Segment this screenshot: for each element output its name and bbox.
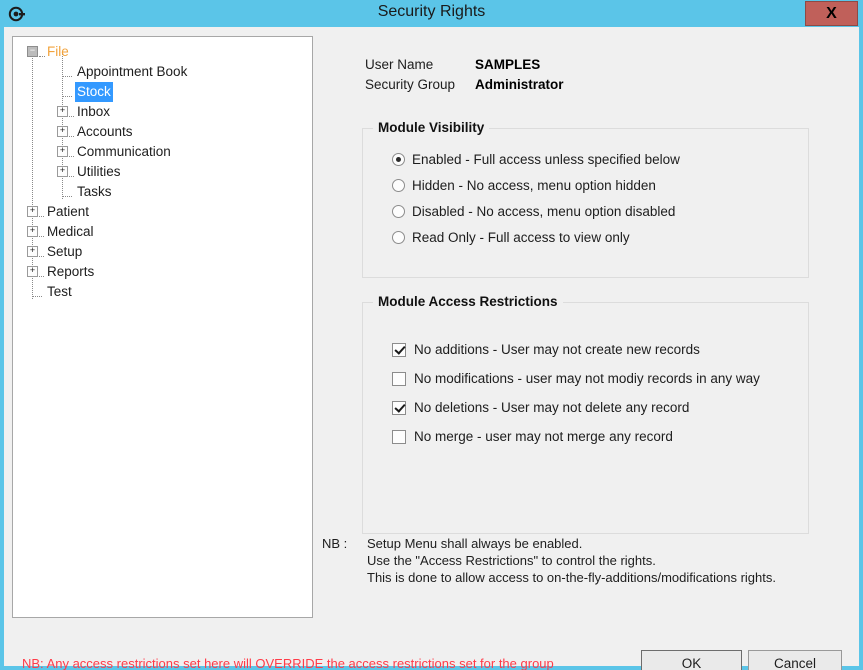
checkbox-indicator-icon[interactable] <box>392 343 406 357</box>
radio-indicator-icon[interactable] <box>392 205 405 218</box>
user-name-value: SAMPLES <box>475 57 541 72</box>
checkbox-label: No merge - user may not merge any record <box>414 429 673 444</box>
collapse-minus-icon[interactable]: − <box>27 46 38 57</box>
tree-connector <box>39 56 45 58</box>
module-tree: − File Appointment Book Stock + Inbox + … <box>13 37 312 302</box>
module-access-restrictions-title: Module Access Restrictions <box>373 294 563 309</box>
tree-item-label: Patient <box>47 204 90 219</box>
tree-connector <box>39 216 44 218</box>
expand-plus-icon[interactable]: + <box>57 126 68 137</box>
checkbox-no-deletions[interactable]: No deletions - User may not delete any r… <box>392 398 689 418</box>
tree-item-label: Inbox <box>77 104 111 119</box>
tree-connector <box>69 136 74 138</box>
tree-item-label: Stock <box>75 82 113 102</box>
ok-button[interactable]: OK <box>641 650 742 670</box>
security-group-label: Security Group <box>365 77 456 92</box>
tree-item-label: Accounts <box>77 124 133 139</box>
tree-item-inbox[interactable]: + Inbox <box>13 102 312 122</box>
note-line-1: Setup Menu shall always be enabled. <box>367 536 583 551</box>
checkbox-indicator-icon[interactable] <box>392 430 406 444</box>
tree-item-label: Medical <box>47 224 94 239</box>
radio-hidden[interactable]: Hidden - No access, menu option hidden <box>392 176 656 196</box>
module-visibility-title: Module Visibility <box>373 120 490 135</box>
tree-item-appointment-book[interactable]: Appointment Book <box>13 62 312 82</box>
tree-connector <box>62 196 72 198</box>
security-rights-window: Security Rights X − File Appointment Boo… <box>0 0 863 670</box>
expand-plus-icon[interactable]: + <box>27 226 38 237</box>
tree-connector <box>69 116 74 118</box>
tree-connector <box>39 236 44 238</box>
tree-item-label: Test <box>47 284 72 299</box>
tree-item-label: Appointment Book <box>77 64 188 79</box>
tree-connector <box>62 76 72 78</box>
expand-plus-icon[interactable]: + <box>57 146 68 157</box>
tree-item-test[interactable]: Test <box>13 282 312 302</box>
security-group-row: Security Group Administrator <box>365 75 564 95</box>
tree-connector <box>69 156 74 158</box>
module-tree-panel[interactable]: − File Appointment Book Stock + Inbox + … <box>12 36 313 618</box>
tree-item-patient[interactable]: + Patient <box>13 202 312 222</box>
checkbox-no-merge[interactable]: No merge - user may not merge any record <box>392 427 673 447</box>
radio-label: Enabled - Full access unless specified b… <box>412 152 680 167</box>
tree-item-tasks[interactable]: Tasks <box>13 182 312 202</box>
radio-disabled[interactable]: Disabled - No access, menu option disabl… <box>392 202 675 222</box>
checkbox-label: No deletions - User may not delete any r… <box>414 400 690 415</box>
radio-enabled[interactable]: Enabled - Full access unless specified b… <box>392 150 680 170</box>
tree-connector <box>32 296 42 298</box>
user-name-label: User Name <box>365 57 434 72</box>
checkbox-indicator-icon[interactable] <box>392 372 406 386</box>
tree-item-communication[interactable]: + Communication <box>13 142 312 162</box>
radio-label: Hidden - No access, menu option hidden <box>412 178 656 193</box>
tree-item-label: Setup <box>47 244 83 259</box>
module-access-restrictions-group: Module Access Restrictions No additions … <box>362 294 809 534</box>
radio-indicator-icon[interactable] <box>392 153 405 166</box>
tree-item-label: Communication <box>77 144 171 159</box>
checkbox-no-additions[interactable]: No additions - User may not create new r… <box>392 340 700 360</box>
expand-plus-icon[interactable]: + <box>57 166 68 177</box>
tree-item-reports[interactable]: + Reports <box>13 262 312 282</box>
window-title: Security Rights <box>377 3 486 20</box>
expand-plus-icon[interactable]: + <box>27 246 38 257</box>
radio-label: Read Only - Full access to view only <box>412 230 630 245</box>
radio-label: Disabled - No access, menu option disabl… <box>412 204 676 219</box>
checkbox-no-modifications[interactable]: No modifications - user may not modiy re… <box>392 369 760 389</box>
user-name-row: User Name SAMPLES <box>365 55 564 75</box>
tree-connector <box>39 256 44 258</box>
tree-item-accounts[interactable]: + Accounts <box>13 122 312 142</box>
tree-item-label: Reports <box>47 264 95 279</box>
note-line-3: This is done to allow access to on-the-f… <box>367 570 776 585</box>
checkbox-label: No additions - User may not create new r… <box>414 342 700 357</box>
radio-indicator-icon[interactable] <box>392 231 405 244</box>
checkbox-indicator-icon[interactable] <box>392 401 406 415</box>
tree-item-file[interactable]: − File <box>13 42 312 62</box>
note-block: NB : Setup Menu shall always be enabled.… <box>322 535 776 586</box>
expand-plus-icon[interactable]: + <box>57 106 68 117</box>
radio-indicator-icon[interactable] <box>392 179 405 192</box>
radio-read-only[interactable]: Read Only - Full access to view only <box>392 228 630 248</box>
rights-pane: User Name SAMPLES Security Group Administr… <box>317 27 859 666</box>
tree-item-label: Utilities <box>77 164 121 179</box>
footer-warning-text: NB: Any access restrictions set here wil… <box>22 656 554 670</box>
titlebar: Security Rights X <box>0 0 863 27</box>
cancel-button[interactable]: Cancel <box>748 650 842 670</box>
tree-item-medical[interactable]: + Medical <box>13 222 312 242</box>
expand-plus-icon[interactable]: + <box>27 266 38 277</box>
note-key: NB : <box>322 536 348 551</box>
tree-item-label: Tasks <box>77 184 112 199</box>
window-body: − File Appointment Book Stock + Inbox + … <box>4 27 859 670</box>
tree-connector <box>62 96 72 98</box>
note-line-2: Use the "Access Restrictions" to control… <box>367 553 656 568</box>
close-icon[interactable]: X <box>805 1 858 26</box>
tree-connector <box>39 276 44 278</box>
user-info-block: User Name SAMPLES Security Group Administr… <box>365 55 564 95</box>
checkbox-label: No modifications - user may not modiy re… <box>414 371 760 386</box>
security-group-value: Administrator <box>475 77 564 92</box>
tree-item-setup[interactable]: + Setup <box>13 242 312 262</box>
expand-plus-icon[interactable]: + <box>27 206 38 217</box>
tree-item-utilities[interactable]: + Utilities <box>13 162 312 182</box>
tree-item-stock[interactable]: Stock <box>13 82 312 102</box>
tree-item-label: File <box>47 44 69 59</box>
tree-connector <box>69 176 74 178</box>
module-visibility-group: Module Visibility Enabled - Full access … <box>362 120 809 278</box>
